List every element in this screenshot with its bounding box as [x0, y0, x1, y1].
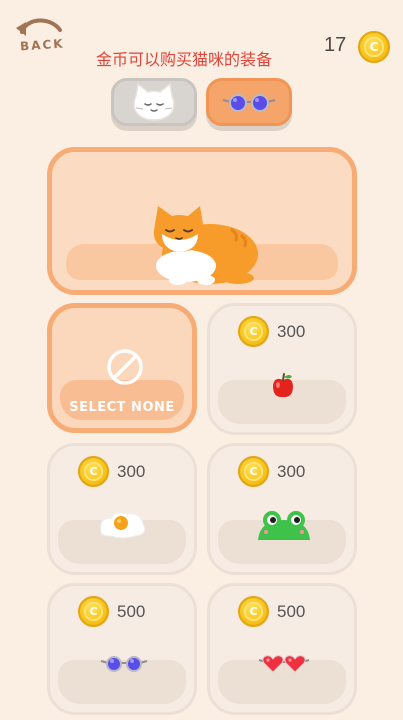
coin-icon: C	[238, 456, 269, 487]
coin-icon: C	[238, 316, 269, 347]
shop-item-blue-glasses[interactable]: C 500	[47, 583, 197, 715]
coin-icon: C	[358, 31, 390, 63]
apple-icon	[273, 373, 293, 398]
orange-cat-illustration	[153, 206, 258, 285]
cat-face-icon	[133, 82, 175, 121]
coin-icon: C	[238, 596, 269, 627]
no-item-icon	[107, 349, 143, 385]
shop-item-apple[interactable]: C 300	[207, 303, 357, 435]
heart-glasses-icon	[258, 655, 310, 673]
select-none-button[interactable]: SELECT NONE	[47, 303, 197, 433]
coin-icon: C	[78, 456, 109, 487]
item-price: 500	[117, 601, 146, 621]
shop-item-frog-hat[interactable]: C 300	[207, 443, 357, 575]
item-price: 300	[277, 461, 306, 481]
back-label: BACK	[19, 36, 65, 54]
cat-preview	[47, 147, 357, 295]
glasses-icon	[222, 94, 276, 112]
coin-count: 17	[324, 34, 347, 56]
back-button[interactable]: BACK	[12, 14, 68, 58]
shop-item-egg[interactable]: C 300	[47, 443, 197, 575]
item-price: 500	[277, 601, 306, 621]
coin-icon: C	[78, 596, 109, 627]
tab-cat[interactable]	[111, 78, 197, 126]
hint-text: 金币可以购买猫咪的装备	[96, 50, 273, 69]
tab-glasses[interactable]	[206, 78, 292, 126]
fried-egg-icon	[100, 512, 146, 539]
shop-item-heart-glasses[interactable]: C 500	[207, 583, 357, 715]
select-none-label: SELECT NONE	[69, 400, 175, 415]
item-price: 300	[117, 461, 146, 481]
frog-hat-icon	[258, 511, 310, 540]
blue-glasses-icon	[100, 656, 148, 672]
item-price: 300	[277, 321, 306, 341]
